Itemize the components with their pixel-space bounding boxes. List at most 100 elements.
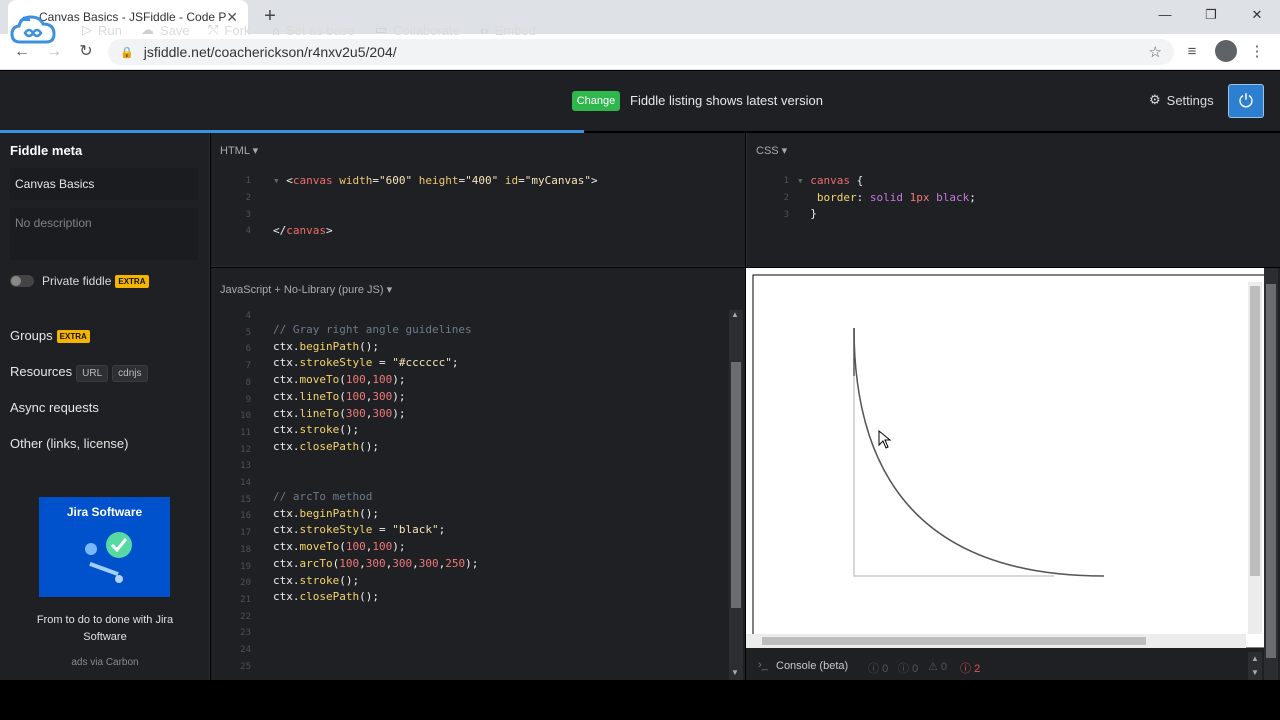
line-number: 10 <box>240 411 251 422</box>
tag-icon: ⌂ <box>272 22 280 38</box>
html-panel-label[interactable]: HTML ▾ <box>220 144 258 157</box>
line-number: 17 <box>240 528 251 539</box>
address-bar-row: ← → ↻ 🔒 jsfiddle.net/coacherickson/r4nxv… <box>0 34 1280 70</box>
private-toggle[interactable] <box>10 275 34 287</box>
log-count: 0 <box>882 663 889 675</box>
restore-icon[interactable]: ❐ <box>1188 0 1234 30</box>
result-h-scrollbar[interactable] <box>746 634 1246 648</box>
line-number: 18 <box>240 544 251 555</box>
line-number: 11 <box>240 427 251 438</box>
url-chip[interactable]: URL <box>76 365 109 382</box>
line-number: 19 <box>240 561 251 572</box>
cloud-upload-icon: ☁ <box>141 22 154 37</box>
extra-badge: EXTRA <box>115 275 149 289</box>
result-h-thumb[interactable] <box>762 637 1146 645</box>
line-number: 7 <box>245 361 251 372</box>
js-scrollbar[interactable]: ▲ ▼ <box>729 310 743 680</box>
description-input[interactable]: No description <box>10 208 198 260</box>
minimize-icon[interactable]: — <box>1142 0 1188 30</box>
jsfiddle-logo-icon[interactable] <box>10 12 56 48</box>
line-number: 1 <box>245 176 251 186</box>
ads-via-carbon[interactable]: ads via Carbon <box>20 657 190 668</box>
line-number: 8 <box>245 377 251 388</box>
css-code[interactable]: ▾ canvas { border: solid 1px black; } <box>797 173 976 223</box>
private-fiddle-row: Private fiddle EXTRA <box>42 274 149 289</box>
set-as-base-button[interactable]: ⌂ Set as base <box>272 20 355 40</box>
resources-label: Resources <box>10 364 73 379</box>
power-user-icon[interactable]: ⏻ <box>1228 84 1264 118</box>
line-number: 1 <box>783 176 789 186</box>
listing-note: Fiddle listing shows latest version <box>630 93 823 108</box>
async-requests-link[interactable]: Async requests <box>10 400 99 415</box>
line-number: 6 <box>245 344 251 355</box>
console-bar[interactable]: ›_ Console (beta) ⓘ 0 ⓘ 0 ⚠ 0 ⓘ 2 <box>746 652 1246 680</box>
other-links-link[interactable]: Other (links, license) <box>10 436 128 451</box>
tab-title: Canvas Basics - JSFiddle - Code P <box>39 10 227 24</box>
console-scroll-icon[interactable]: ▲ ▼ <box>1248 652 1262 680</box>
collaborate-label: Collaborate <box>393 22 460 38</box>
embed-label: Embed <box>494 22 536 38</box>
line-number: 2 <box>783 193 789 203</box>
url-input[interactable]: 🔒 jsfiddle.net/coacherickson/r4nxv2u5/20… <box>108 39 1174 65</box>
html-code[interactable]: ▾ <canvas width="600" height="400" id="m… <box>273 173 598 240</box>
js-panel[interactable]: JavaScript + No-Library (pure JS) ▾ 4 5 6 7… <box>211 268 745 680</box>
js-panel-label[interactable]: JavaScript + No-Library (pure JS) ▾ <box>220 283 392 296</box>
line-number: 4 <box>245 311 251 321</box>
console-prompt-icon: ›_ <box>758 659 768 671</box>
embed-button[interactable]: ‹› Embed <box>480 20 536 40</box>
chrome-menu-icon[interactable]: ⋮ <box>1245 40 1269 64</box>
console-log-count: ⓘ 0 <box>868 663 889 675</box>
line-number: 12 <box>240 444 251 455</box>
ad-brand: Jira Software <box>66 505 143 519</box>
line-number: 22 <box>240 611 251 622</box>
reload-icon[interactable]: ↻ <box>74 40 98 64</box>
fork-button[interactable]: ⤲ Fork <box>208 20 250 40</box>
scroll-down-icon[interactable]: ▼ <box>731 668 739 677</box>
scroll-up-icon[interactable]: ▲ <box>731 310 739 319</box>
line-number: 5 <box>245 327 251 338</box>
result-panel <box>746 268 1280 680</box>
line-number: 2 <box>245 193 251 203</box>
change-button[interactable]: Change <box>572 91 620 111</box>
run-button[interactable]: ▷ Run <box>82 20 122 40</box>
window-close-icon[interactable]: ✕ <box>1234 0 1280 30</box>
console-error-count: ⓘ 2 <box>960 663 981 675</box>
groups-link[interactable]: Groups EXTRA <box>10 328 90 344</box>
carbon-ad-image[interactable]: Jira Software <box>39 497 170 597</box>
resources-link[interactable]: Resources URL cdnjs <box>10 364 148 382</box>
fork-label: Fork <box>224 22 251 38</box>
result-outer-scrollbar[interactable] <box>1264 268 1278 680</box>
profile-avatar-icon[interactable] <box>1215 40 1237 62</box>
cdnjs-chip[interactable]: cdnjs <box>112 365 148 382</box>
settings-label: Settings <box>1166 92 1214 108</box>
line-number: 16 <box>240 511 251 522</box>
css-panel-label[interactable]: CSS ▾ <box>756 144 787 157</box>
js-scrollbar-thumb[interactable] <box>731 362 741 608</box>
jira-illustration-icon <box>85 532 132 583</box>
bookmark-star-icon[interactable]: ☆ <box>1149 43 1162 61</box>
line-number: 14 <box>240 478 251 488</box>
html-panel[interactable]: HTML ▾ 1 2 3 4 ▾ <canvas width="600" hei… <box>211 133 745 267</box>
code-brackets-icon: ‹› <box>480 22 489 38</box>
line-number: 9 <box>245 394 251 405</box>
save-button[interactable]: ☁ Save <box>141 20 190 40</box>
line-number: 24 <box>240 645 251 655</box>
console-label[interactable]: Console (beta) <box>776 660 848 672</box>
fiddle-name-input[interactable]: Canvas Basics <box>10 168 198 200</box>
save-label: Save <box>160 22 190 38</box>
js-code[interactable]: // Gray right angle guidelines ctx.begin… <box>273 322 478 606</box>
media-queue-icon[interactable]: ≡ <box>1180 40 1204 64</box>
url-text: jsfiddle.net/coacherickson/r4nxv2u5/204/ <box>143 44 397 60</box>
collaborate-button[interactable]: ▭ Collaborate <box>375 20 460 40</box>
settings-button[interactable]: ⚙ Settings <box>1149 92 1214 108</box>
result-outer-thumb[interactable] <box>1266 284 1276 658</box>
result-v-thumb[interactable] <box>1250 286 1260 576</box>
result-v-scrollbar[interactable] <box>1248 282 1262 634</box>
css-panel[interactable]: CSS ▾ 1 2 3 ▾ canvas { border: solid 1px… <box>746 133 1280 267</box>
ad-text[interactable]: From to do to done with Jira Software <box>20 612 190 646</box>
line-number: 21 <box>240 594 251 605</box>
sliders-icon: ⚙ <box>1149 92 1161 107</box>
lock-icon: 🔒 <box>120 46 134 59</box>
error-count: 2 <box>974 663 981 675</box>
result-iframe[interactable] <box>746 268 1267 649</box>
